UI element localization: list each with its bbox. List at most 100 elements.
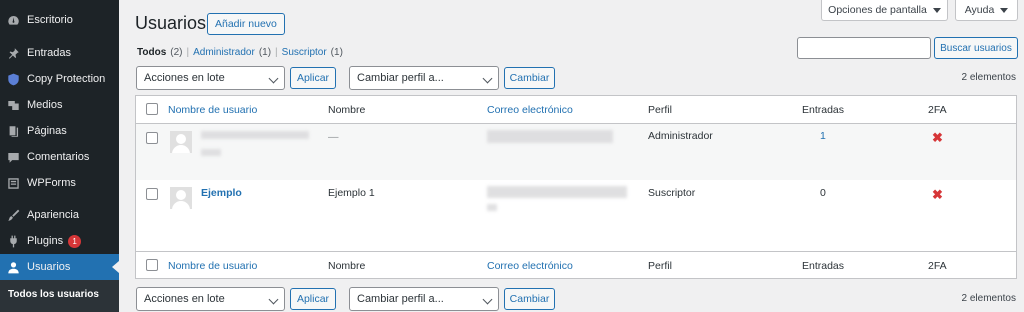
column-name: Nombre <box>328 260 366 272</box>
posts-count-link[interactable]: 1 <box>820 130 826 142</box>
redacted-email <box>487 186 627 198</box>
filter-administrator[interactable]: Administrador <box>193 47 255 58</box>
sidebar-item-label: Medios <box>27 99 63 111</box>
change-role-value: Cambiar perfil a... <box>357 293 444 305</box>
avatar <box>170 187 192 209</box>
column-username[interactable]: Nombre de usuario <box>168 260 257 272</box>
posts-count: 0 <box>820 187 826 199</box>
sidebar-item-label: Apariencia <box>27 209 79 221</box>
table-row: Ejemplo Ejemplo 1 Suscriptor 0 ✖ <box>136 180 1016 252</box>
redacted-username <box>201 131 309 139</box>
change-role-select-bottom[interactable]: Cambiar perfil a... <box>349 287 499 311</box>
name-cell: Ejemplo 1 <box>328 187 375 199</box>
sidebar-item-media[interactable]: Medios <box>0 92 119 118</box>
forms-icon <box>6 176 20 190</box>
column-role: Perfil <box>648 260 672 272</box>
row-checkbox[interactable] <box>146 132 158 144</box>
column-email[interactable]: Correo electrónico <box>487 104 573 116</box>
chevron-down-icon <box>482 294 493 305</box>
help-label: Ayuda <box>964 4 995 16</box>
column-posts: Entradas <box>802 104 845 116</box>
sidebar-item-label: WPForms <box>27 177 76 189</box>
sidebar-item-label: Comentarios <box>27 151 90 163</box>
role-cell: Suscriptor <box>648 187 696 199</box>
table-footer: Nombre de usuario Nombre Correo electrón… <box>136 251 1016 278</box>
submenu-item-all-users[interactable]: Todos los usuarios <box>8 289 99 300</box>
sidebar-item-comments[interactable]: Comentarios <box>0 144 119 170</box>
shield-icon <box>6 72 20 86</box>
filter-sub-count: (1) <box>330 47 343 58</box>
sidebar-item-wpforms[interactable]: WPForms <box>0 170 119 196</box>
column-email[interactable]: Correo electrónico <box>487 260 573 272</box>
sidebar-item-label: Páginas <box>27 125 67 137</box>
change-role-select[interactable]: Cambiar perfil a... <box>349 66 499 90</box>
avatar <box>170 131 192 153</box>
admin-sidebar: Escritorio Entradas Copy Protection Medi… <box>0 0 119 312</box>
column-username[interactable]: Nombre de usuario <box>168 104 257 116</box>
apply-button-bottom[interactable]: Aplicar <box>290 288 336 310</box>
caret-down-icon <box>932 7 941 13</box>
comment-icon <box>6 150 20 164</box>
sidebar-item-appearance[interactable]: Apariencia <box>0 202 119 228</box>
change-role-value: Cambiar perfil a... <box>357 72 444 84</box>
sidebar-item-copy-protection[interactable]: Copy Protection <box>0 66 119 92</box>
select-all-checkbox[interactable] <box>146 259 158 271</box>
filter-all-count: (2) <box>170 47 183 58</box>
column-2fa: 2FA <box>928 104 947 116</box>
screen-options-button[interactable]: Opciones de pantalla <box>821 0 948 21</box>
pages-icon <box>6 124 20 138</box>
plug-icon <box>6 234 20 248</box>
sidebar-item-label: Copy Protection <box>27 73 106 85</box>
change-role-button-bottom[interactable]: Cambiar <box>504 288 555 310</box>
redacted-email <box>487 130 613 143</box>
sidebar-item-dashboard[interactable]: Escritorio <box>0 7 119 33</box>
sidebar-item-label: Plugins <box>27 235 64 247</box>
sidebar-item-label: Entradas <box>27 47 72 59</box>
help-button[interactable]: Ayuda <box>955 0 1018 21</box>
items-count-bottom: 2 elementos <box>961 293 1016 304</box>
redacted-username <box>201 149 221 156</box>
sidebar-item-pages[interactable]: Páginas <box>0 118 119 144</box>
sidebar-item-plugins[interactable]: Plugins 1 <box>0 228 119 254</box>
brush-icon <box>6 208 20 222</box>
users-submenu: Todos los usuarios <box>0 280 119 312</box>
row-checkbox[interactable] <box>146 188 158 200</box>
column-posts: Entradas <box>802 260 845 272</box>
search-users-button[interactable]: Buscar usuarios <box>934 37 1018 59</box>
change-role-button[interactable]: Cambiar <box>504 67 555 89</box>
add-new-user-button[interactable]: Añadir nuevo <box>207 13 285 35</box>
name-cell: — <box>328 131 339 143</box>
sidebar-item-users[interactable]: Usuarios <box>0 254 119 280</box>
filter-separator: | <box>186 47 190 58</box>
bulk-actions-select-bottom[interactable]: Acciones en lote <box>136 287 285 311</box>
users-table: Nombre de usuario Nombre Correo electrón… <box>135 95 1017 279</box>
chevron-down-icon <box>268 294 279 305</box>
username-link[interactable]: Ejemplo <box>201 187 242 199</box>
sidebar-item-label: Escritorio <box>27 14 73 26</box>
sidebar-item-label: Usuarios <box>27 261 71 273</box>
bulk-actions-value: Acciones en lote <box>144 72 225 84</box>
filter-admin-count: (1) <box>258 47 272 58</box>
filter-subscriber[interactable]: Suscriptor <box>282 47 327 58</box>
bulk-actions-value: Acciones en lote <box>144 293 225 305</box>
column-2fa: 2FA <box>928 260 947 272</box>
table-row: — Administrador 1 ✖ <box>136 124 1016 180</box>
dashboard-icon <box>6 13 20 27</box>
items-count: 2 elementos <box>961 72 1016 83</box>
2fa-disabled-icon: ✖ <box>932 130 943 145</box>
apply-button[interactable]: Aplicar <box>290 67 336 89</box>
chevron-down-icon <box>482 73 493 84</box>
screen-options-label: Opciones de pantalla <box>828 4 927 16</box>
pin-icon <box>6 46 20 60</box>
sidebar-item-posts[interactable]: Entradas <box>0 40 119 66</box>
search-users-input[interactable] <box>797 37 931 59</box>
redacted-email <box>487 204 497 211</box>
media-icon <box>6 98 20 112</box>
bulk-actions-select[interactable]: Acciones en lote <box>136 66 285 90</box>
update-count-badge: 1 <box>68 234 82 248</box>
role-filter-links: Todos (2) | Administrador (1) | Suscript… <box>137 47 343 58</box>
filter-all[interactable]: Todos <box>137 47 166 58</box>
select-all-checkbox[interactable] <box>146 103 158 115</box>
role-cell: Administrador <box>648 130 713 142</box>
column-role: Perfil <box>648 104 672 116</box>
